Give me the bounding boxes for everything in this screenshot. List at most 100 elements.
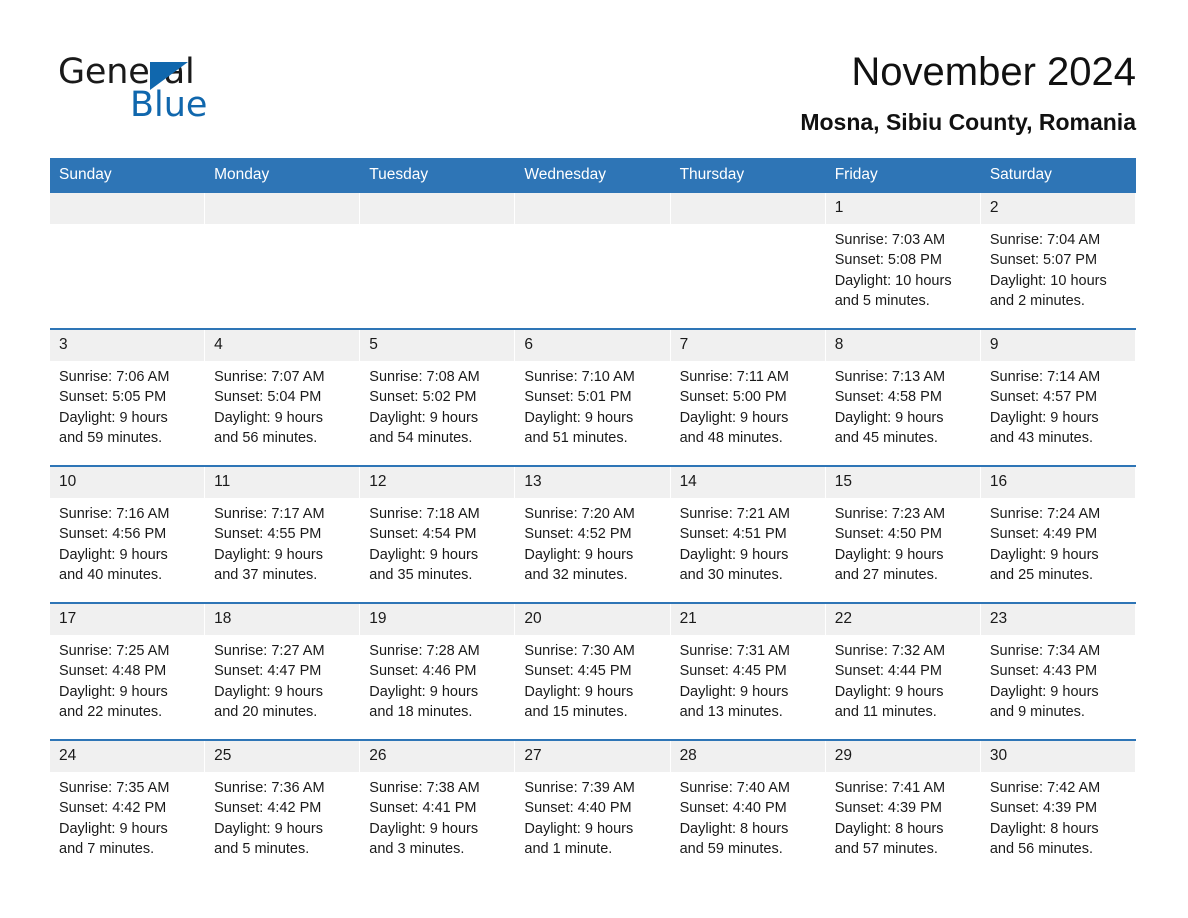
day-details: Sunrise: 7:39 AM Sunset: 4:40 PM Dayligh… (515, 772, 670, 859)
sunrise-text: Sunrise: 7:25 AM (59, 643, 170, 659)
day-cell[interactable]: 27 Sunrise: 7:39 AM Sunset: 4:40 PM Dayl… (515, 739, 671, 876)
day-number: 29 (825, 741, 981, 772)
day-cell-inner: 7 Sunrise: 7:11 AM Sunset: 5:00 PM Dayli… (670, 330, 826, 465)
daylight-text-line2: and 57 minutes. (834, 840, 938, 857)
sunset-text: Sunset: 4:47 PM (214, 663, 322, 680)
day-number (670, 193, 826, 224)
day-cell[interactable]: 18 Sunrise: 7:27 AM Sunset: 4:47 PM Dayl… (205, 602, 361, 740)
day-details: Sunrise: 7:03 AM Sunset: 5:08 PM Dayligh… (826, 224, 981, 311)
day-cell[interactable] (515, 193, 671, 329)
day-cell[interactable]: 9 Sunrise: 7:14 AM Sunset: 4:57 PM Dayli… (980, 328, 1136, 466)
sunrise-text: Sunrise: 7:40 AM (679, 780, 790, 796)
sunrise-text: Sunrise: 7:04 AM (989, 232, 1101, 248)
day-cell[interactable]: 28 Sunrise: 7:40 AM Sunset: 4:40 PM Dayl… (670, 739, 826, 876)
day-cell[interactable]: 29 Sunrise: 7:41 AM Sunset: 4:39 PM Dayl… (825, 739, 981, 876)
day-cell[interactable] (670, 193, 826, 329)
day-cell[interactable] (50, 193, 206, 329)
daylight-text-line1: Daylight: 9 hours (59, 683, 168, 700)
day-cell[interactable]: 26 Sunrise: 7:38 AM Sunset: 4:41 PM Dayl… (360, 739, 516, 876)
day-cell-inner: 29 Sunrise: 7:41 AM Sunset: 4:39 PM Dayl… (825, 741, 981, 876)
day-details: Sunrise: 7:11 AM Sunset: 5:00 PM Dayligh… (671, 361, 826, 448)
daylight-text-line2: and 18 minutes. (369, 703, 473, 720)
day-details: Sunrise: 7:07 AM Sunset: 5:04 PM Dayligh… (205, 361, 360, 448)
day-cell[interactable]: 21 Sunrise: 7:31 AM Sunset: 4:45 PM Dayl… (670, 602, 826, 740)
day-cell[interactable]: 19 Sunrise: 7:28 AM Sunset: 4:46 PM Dayl… (360, 602, 516, 740)
day-cell-inner: 15 Sunrise: 7:23 AM Sunset: 4:50 PM Dayl… (825, 467, 981, 602)
sunset-text: Sunset: 5:08 PM (834, 252, 942, 269)
day-cell[interactable]: 30 Sunrise: 7:42 AM Sunset: 4:39 PM Dayl… (980, 739, 1136, 876)
day-number (360, 193, 516, 224)
day-cell[interactable]: 15 Sunrise: 7:23 AM Sunset: 4:50 PM Dayl… (825, 465, 981, 603)
sunset-text: Sunset: 4:50 PM (834, 526, 942, 543)
day-number: 15 (825, 467, 981, 498)
daylight-text-line2: and 25 minutes. (989, 566, 1094, 583)
daylight-text-line2: and 59 minutes. (59, 429, 163, 446)
day-cell[interactable] (360, 193, 516, 329)
day-cell[interactable]: 17 Sunrise: 7:25 AM Sunset: 4:48 PM Dayl… (50, 602, 206, 740)
day-cell[interactable] (205, 193, 361, 329)
day-details: Sunrise: 7:23 AM Sunset: 4:50 PM Dayligh… (826, 498, 981, 585)
day-number: 22 (825, 604, 981, 635)
day-number (50, 193, 206, 224)
day-cell[interactable]: 14 Sunrise: 7:21 AM Sunset: 4:51 PM Dayl… (670, 465, 826, 603)
day-cell-inner: 12 Sunrise: 7:18 AM Sunset: 4:54 PM Dayl… (360, 467, 516, 602)
daylight-text-line2: and 59 minutes. (679, 840, 783, 857)
day-cell-inner: 16 Sunrise: 7:24 AM Sunset: 4:49 PM Dayl… (980, 467, 1136, 602)
day-cell-inner: 22 Sunrise: 7:32 AM Sunset: 4:44 PM Dayl… (825, 604, 981, 739)
day-details: Sunrise: 7:18 AM Sunset: 4:54 PM Dayligh… (360, 498, 515, 585)
page-header: General Blue November 2024 Mosna, Sibiu … (0, 0, 1188, 155)
day-cell[interactable]: 1 Sunrise: 7:03 AM Sunset: 5:08 PM Dayli… (825, 193, 981, 329)
day-cell[interactable]: 12 Sunrise: 7:18 AM Sunset: 4:54 PM Dayl… (360, 465, 516, 603)
day-cell[interactable]: 10 Sunrise: 7:16 AM Sunset: 4:56 PM Dayl… (50, 465, 206, 603)
daylight-text-line2: and 54 minutes. (369, 429, 473, 446)
day-cell[interactable]: 4 Sunrise: 7:07 AM Sunset: 5:04 PM Dayli… (205, 328, 361, 466)
day-cell[interactable]: 16 Sunrise: 7:24 AM Sunset: 4:49 PM Dayl… (980, 465, 1136, 603)
generalblue-logo[interactable]: General Blue (58, 52, 308, 125)
day-cell-inner: 17 Sunrise: 7:25 AM Sunset: 4:48 PM Dayl… (50, 604, 206, 739)
day-number: 6 (515, 330, 671, 361)
day-number: 10 (50, 467, 206, 498)
daylight-text-line1: Daylight: 9 hours (369, 820, 479, 837)
day-cell[interactable]: 20 Sunrise: 7:30 AM Sunset: 4:45 PM Dayl… (515, 602, 671, 740)
day-cell[interactable]: 3 Sunrise: 7:06 AM Sunset: 5:05 PM Dayli… (50, 328, 206, 466)
daylight-text-line1: Daylight: 9 hours (214, 820, 323, 837)
day-cell[interactable]: 11 Sunrise: 7:17 AM Sunset: 4:55 PM Dayl… (205, 465, 361, 603)
day-cell[interactable]: 23 Sunrise: 7:34 AM Sunset: 4:43 PM Dayl… (980, 602, 1136, 740)
day-number: 17 (50, 604, 206, 635)
day-cell[interactable]: 7 Sunrise: 7:11 AM Sunset: 5:00 PM Dayli… (670, 328, 826, 466)
daylight-text-line1: Daylight: 9 hours (59, 546, 168, 563)
day-cell[interactable]: 24 Sunrise: 7:35 AM Sunset: 4:42 PM Dayl… (50, 739, 206, 876)
daylight-text-line1: Daylight: 9 hours (214, 683, 323, 700)
sunrise-text: Sunrise: 7:36 AM (214, 780, 325, 796)
daylight-text-line1: Daylight: 9 hours (524, 683, 634, 700)
daylight-text-line1: Daylight: 9 hours (989, 409, 1099, 426)
daylight-text-line1: Daylight: 10 hours (834, 272, 952, 289)
sunset-text: Sunset: 4:42 PM (59, 800, 167, 817)
sunrise-text: Sunrise: 7:16 AM (59, 506, 170, 522)
day-cell[interactable]: 22 Sunrise: 7:32 AM Sunset: 4:44 PM Dayl… (825, 602, 981, 740)
day-cell-inner: 2 Sunrise: 7:04 AM Sunset: 5:07 PM Dayli… (980, 193, 1136, 328)
day-cell-inner: 18 Sunrise: 7:27 AM Sunset: 4:47 PM Dayl… (205, 604, 361, 739)
day-cell-inner (205, 193, 361, 328)
day-cell[interactable]: 13 Sunrise: 7:20 AM Sunset: 4:52 PM Dayl… (515, 465, 671, 603)
daylight-text-line1: Daylight: 9 hours (834, 546, 944, 563)
day-details: Sunrise: 7:42 AM Sunset: 4:39 PM Dayligh… (981, 772, 1136, 859)
day-cell[interactable]: 8 Sunrise: 7:13 AM Sunset: 4:58 PM Dayli… (825, 328, 981, 466)
day-details: Sunrise: 7:41 AM Sunset: 4:39 PM Dayligh… (826, 772, 981, 859)
sunrise-text: Sunrise: 7:34 AM (989, 643, 1101, 659)
day-cell[interactable]: 5 Sunrise: 7:08 AM Sunset: 5:02 PM Dayli… (360, 328, 516, 466)
day-number: 30 (980, 741, 1136, 772)
day-cell[interactable]: 25 Sunrise: 7:36 AM Sunset: 4:42 PM Dayl… (205, 739, 361, 876)
sunrise-text: Sunrise: 7:13 AM (834, 369, 946, 385)
day-cell[interactable]: 2 Sunrise: 7:04 AM Sunset: 5:07 PM Dayli… (980, 193, 1136, 329)
day-cell-inner: 28 Sunrise: 7:40 AM Sunset: 4:40 PM Dayl… (670, 741, 826, 876)
day-number: 19 (360, 604, 516, 635)
day-cell-inner (50, 193, 206, 328)
day-cell[interactable]: 6 Sunrise: 7:10 AM Sunset: 5:01 PM Dayli… (515, 328, 671, 466)
day-details: Sunrise: 7:10 AM Sunset: 5:01 PM Dayligh… (515, 361, 670, 448)
weekday-header-tuesday: Tuesday (360, 158, 516, 193)
sunrise-text: Sunrise: 7:06 AM (59, 369, 170, 385)
daylight-text-line1: Daylight: 8 hours (679, 820, 789, 837)
day-details: Sunrise: 7:34 AM Sunset: 4:43 PM Dayligh… (981, 635, 1136, 722)
page-subtitle-location: Mosna, Sibiu County, Romania (800, 109, 1136, 135)
